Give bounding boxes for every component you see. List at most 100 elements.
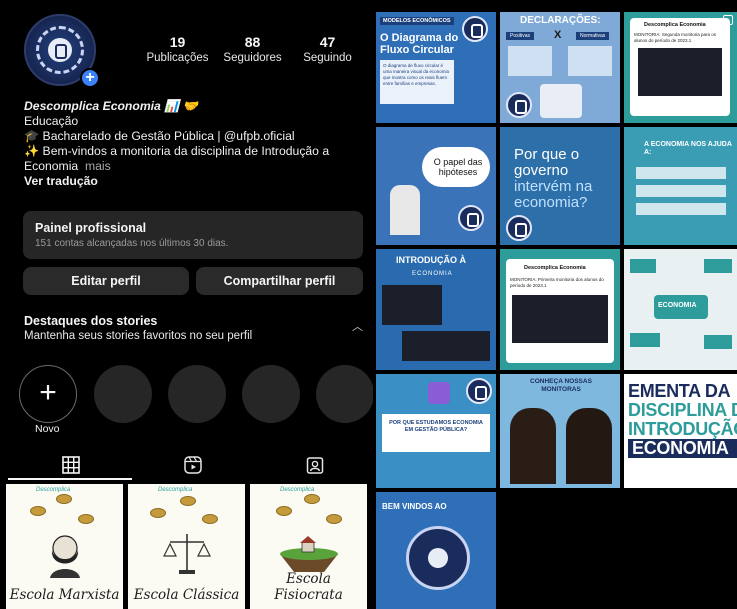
post-papel-hipoteses[interactable]: O papel das hipóteses <box>376 127 496 245</box>
stat-following[interactable]: 47 Seguindo <box>290 34 365 64</box>
post-bem-vindos[interactable]: BEM VINDOS AO <box>376 492 496 609</box>
video-call-screenshot <box>402 331 490 361</box>
post-title: DECLARAÇÕES: <box>520 15 601 26</box>
post-por-que-estudamos[interactable]: POR QUE ESTUDAMOS ECONOMIA EM GESTÃO PÚB… <box>376 374 496 488</box>
post-title-line: Por que o <box>514 146 580 163</box>
professional-dashboard[interactable]: Painel profissional 151 contas alcançada… <box>23 211 363 259</box>
brand-logo-icon <box>462 16 488 42</box>
farm-island-icon <box>280 536 338 572</box>
stat-following-label: Seguindo <box>303 52 352 64</box>
post-title-line: governo <box>514 162 569 179</box>
post-title-line: EMENTA DA <box>628 381 731 401</box>
post-economia-ajuda[interactable]: A ECONOMIA NOS AJUDA A: <box>624 127 737 245</box>
post-title: O Diagrama do Fluxo Circular <box>380 32 458 56</box>
post-title: A ECONOMIA NOS AJUDA A: <box>644 141 732 156</box>
active-tab-indicator <box>8 478 132 480</box>
bio-more-link[interactable]: mais <box>85 159 111 173</box>
stat-followers[interactable]: 88 Seguidores <box>215 34 290 64</box>
highlights-title: Destaques dos stories <box>24 314 158 328</box>
list-row <box>636 185 726 197</box>
brand-logo-icon <box>48 38 72 62</box>
list-row <box>636 167 726 179</box>
new-highlight-label: Novo <box>35 423 60 435</box>
post-monitoria-1[interactable]: Descomplica Economia MONITORIA: Primeira… <box>500 249 620 370</box>
post-title-line: economia? <box>514 194 588 211</box>
monitor-photo <box>566 408 612 484</box>
brand-logo-icon <box>506 92 532 118</box>
coin-icon <box>276 506 292 516</box>
monitor-photo <box>510 408 556 484</box>
post-text-block <box>568 46 612 76</box>
post-title-line: Fluxo Circular <box>380 44 454 56</box>
post-subtitle: ECONOMIA <box>412 271 453 277</box>
logo-center <box>428 548 448 568</box>
brand-logo-icon <box>458 205 484 231</box>
coin-icon <box>326 514 342 524</box>
share-profile-button[interactable]: Compartilhar perfil <box>196 267 363 295</box>
highlights-subtitle: Mantenha seus stories favoritos no seu p… <box>24 330 253 342</box>
thumb-title: Escola Marxista <box>9 587 120 603</box>
professional-dashboard-title: Painel profissional <box>35 221 147 235</box>
post-introducao-economia[interactable]: INTRODUÇÃO À ECONOMIA <box>376 249 496 370</box>
post-thumbnail[interactable]: Descomplica Escola Marxista <box>6 484 123 609</box>
bio-line-3: Economia <box>24 159 79 173</box>
coin-icon <box>56 494 72 504</box>
person-illustration-icon <box>390 185 420 235</box>
profile-category: Educação <box>24 114 79 128</box>
highlight-placeholder <box>168 365 226 423</box>
video-call-screenshot <box>512 295 608 343</box>
profile-tabs <box>0 450 373 480</box>
post-tag: MODELOS ECONÔMICOS <box>380 17 454 25</box>
edit-profile-button[interactable]: Editar perfil <box>23 267 189 295</box>
stat-posts[interactable]: 19 Publicações <box>140 34 215 64</box>
post-label-a: Positivas <box>506 32 535 40</box>
post-title: CONHEÇA NOSSAS MONITORAS <box>530 378 592 393</box>
post-mapa-economia[interactable]: ECONOMIA <box>624 249 737 370</box>
post-ementa[interactable]: EMENTA DA DISCIPLINA D INTRODUÇÃO ECONOM… <box>624 374 737 488</box>
tagged-icon[interactable] <box>306 456 324 474</box>
highlight-placeholder <box>316 365 373 423</box>
portrait-illustration-icon <box>50 535 80 578</box>
post-versus: X <box>554 29 562 41</box>
bio-line-1: 🎓 Bacharelado de Gestão Pública | @ufpb.… <box>24 129 295 143</box>
post-account-name: Descomplica Economia <box>524 265 586 271</box>
profile-panel: + 19 Publicações 88 Seguidores 47 Seguin… <box>0 0 373 609</box>
coin-icon <box>180 496 196 506</box>
post-title: Por que o governo intervém na economia? <box>514 147 592 211</box>
mindmap-node <box>630 259 656 273</box>
post-fluxo-circular[interactable]: MODELOS ECONÔMICOS O Diagrama do Fluxo C… <box>376 12 496 123</box>
highlight-placeholder <box>242 365 300 423</box>
post-governo-intervem[interactable]: Por que o governo intervém na economia? <box>500 127 620 245</box>
post-body: MONITORIA: Primeira monitoria dos alunos… <box>510 277 604 288</box>
coin-icon <box>30 506 46 516</box>
new-highlight-button[interactable]: + <box>19 365 77 423</box>
profile-avatar[interactable]: + <box>24 14 100 88</box>
collapse-chevron-icon[interactable]: ︿ <box>352 318 363 334</box>
post-thumbnail[interactable]: Descomplica Escola Fisiocrata <box>250 484 367 609</box>
post-account-name: Descomplica Economia <box>644 22 706 28</box>
post-title: O papel das hipóteses <box>433 157 483 177</box>
post-title-line: DISCIPLINA D <box>628 400 737 420</box>
thumb-brand-text: Descomplica <box>36 487 71 493</box>
post-card: Descomplica Economia MONITORIA: Segunda … <box>630 18 730 116</box>
reels-icon[interactable] <box>184 456 202 474</box>
plus-icon: + <box>39 376 57 409</box>
post-thumbnail[interactable]: Descomplica Escola Clássica <box>128 484 245 609</box>
see-translation-link[interactable]: Ver tradução <box>24 174 364 189</box>
coin-icon <box>304 494 320 504</box>
post-monitoria-2[interactable]: Descomplica Economia MONITORIA: Segunda … <box>624 12 737 123</box>
coin-icon <box>202 514 218 524</box>
post-title-line: ECONOMIA <box>628 439 737 458</box>
brand-logo-icon <box>466 378 492 404</box>
video-call-screenshot <box>382 285 442 325</box>
post-monitoras[interactable]: CONHEÇA NOSSAS MONITORAS <box>500 374 620 488</box>
bio-line-2: ✨ Bem-vindos a monitoria da disciplina d… <box>24 144 330 158</box>
professional-dashboard-subtitle: 151 contas alcançadas nos últimos 30 dia… <box>35 238 229 249</box>
add-story-icon[interactable]: + <box>80 68 100 88</box>
post-declaracoes[interactable]: DECLARAÇÕES: Positivas X Normativas <box>500 12 620 123</box>
post-title-line: intervém na <box>514 178 593 195</box>
grid-icon[interactable] <box>62 456 80 474</box>
post-title: EMENTA DA DISCIPLINA D INTRODUÇÃO ECONOM… <box>628 382 737 458</box>
mindmap-node <box>704 335 732 349</box>
stat-following-count: 47 <box>319 34 336 50</box>
